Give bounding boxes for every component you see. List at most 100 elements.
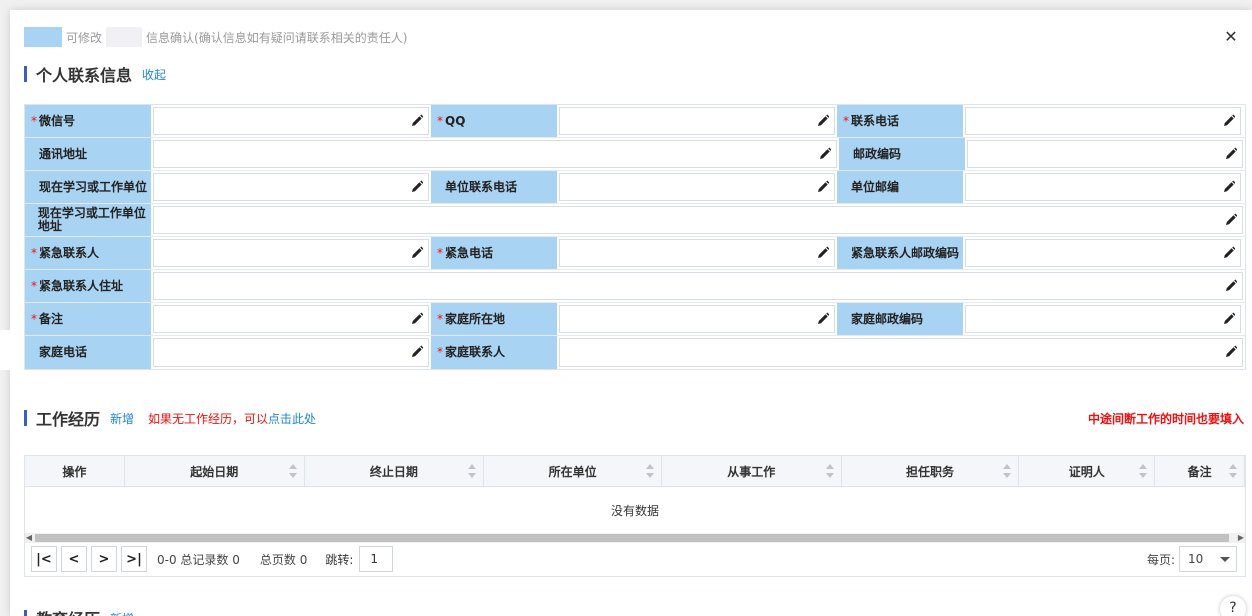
pencil-icon[interactable]: [1225, 279, 1237, 293]
column-header[interactable]: 备注: [1155, 456, 1245, 486]
help-icon[interactable]: ?: [1220, 596, 1246, 616]
form-row: 现在学习或工作单位 单位联系电话 单位邮编: [25, 171, 1245, 204]
field-input[interactable]: [151, 303, 431, 335]
next-page-button[interactable]: >: [91, 546, 117, 572]
last-page-button[interactable]: >|: [121, 546, 147, 572]
sort-icon[interactable]: [467, 463, 477, 479]
field-input[interactable]: [151, 138, 839, 170]
horizontal-scrollbar[interactable]: ◀ ▶: [25, 533, 1245, 543]
field-input[interactable]: [557, 336, 1245, 369]
table-header: 操作 起始日期 终止日期 所在单位 从事工作 担任职务 证明人 备注: [25, 456, 1245, 487]
field-input[interactable]: [151, 105, 431, 137]
pencil-icon[interactable]: [1223, 312, 1235, 326]
scroll-left-icon[interactable]: ◀: [25, 533, 33, 543]
pencil-icon[interactable]: [411, 180, 423, 194]
field-input[interactable]: [557, 105, 837, 137]
pencil-icon[interactable]: [817, 246, 829, 260]
prev-page-button[interactable]: <: [61, 546, 87, 572]
work-add-link[interactable]: 新增: [110, 410, 134, 427]
field-input[interactable]: [963, 171, 1243, 203]
pencil-icon[interactable]: [411, 114, 423, 128]
pencil-icon[interactable]: [1225, 147, 1237, 161]
form-row: * 微信号 * QQ * 联系电话: [25, 105, 1245, 138]
jump-label: 跳转:: [325, 552, 354, 567]
column-header[interactable]: 担任职务: [842, 456, 1020, 486]
sort-icon[interactable]: [1138, 463, 1148, 479]
form-row: * 备注 * 家庭所在地 家庭邮政编码: [25, 303, 1245, 336]
field-label: 家庭邮政编码: [837, 303, 963, 335]
pencil-icon[interactable]: [817, 180, 829, 194]
close-icon[interactable]: ✕: [1220, 26, 1242, 48]
form-row: 家庭电话 * 家庭联系人: [25, 336, 1245, 369]
contact-form: * 微信号 * QQ * 联系电话 通讯地址 邮政编码 现在学习或工作单位 单位联系电话 单位邮编现…: [24, 104, 1246, 370]
field-label: * 家庭所在地: [431, 303, 557, 335]
field-label: * QQ: [431, 105, 557, 137]
field-label: * 家庭联系人: [431, 336, 557, 369]
field-label: * 紧急联系人住址: [25, 270, 151, 302]
per-page-select[interactable]: 10: [1179, 546, 1237, 572]
form-row: * 紧急联系人 * 紧急电话 紧急联系人邮政编码: [25, 237, 1245, 270]
scroll-right-icon[interactable]: ▶: [1237, 533, 1245, 543]
sort-icon[interactable]: [825, 463, 835, 479]
pencil-icon[interactable]: [411, 312, 423, 326]
record-count: 0-0 总记录数 0: [157, 552, 240, 567]
column-header[interactable]: 从事工作: [662, 456, 842, 486]
field-input[interactable]: [963, 303, 1243, 335]
edu-section-header: 教育经历 新增: [24, 606, 148, 616]
pencil-icon[interactable]: [1223, 114, 1235, 128]
modifiable-label: 可修改: [66, 30, 103, 45]
edu-section-title: 教育经历: [36, 606, 100, 616]
click-here-link[interactable]: 点击此处: [268, 412, 316, 426]
field-input[interactable]: [151, 204, 1245, 236]
pencil-icon[interactable]: [817, 114, 829, 128]
pencil-icon[interactable]: [1223, 246, 1235, 260]
field-label: 邮政编码: [839, 138, 965, 170]
column-header[interactable]: 操作: [25, 456, 125, 486]
field-label: * 紧急电话: [431, 237, 557, 269]
work-table: 操作 起始日期 终止日期 所在单位 从事工作 担任职务 证明人 备注 没有数据 ◀ ▶ |< …: [24, 455, 1246, 577]
edu-add-link[interactable]: 新增: [110, 610, 134, 616]
pencil-icon[interactable]: [1225, 345, 1237, 359]
sort-icon[interactable]: [645, 463, 655, 479]
pencil-icon[interactable]: [411, 345, 423, 359]
field-input[interactable]: [963, 105, 1243, 137]
field-input[interactable]: [151, 171, 431, 203]
sort-icon[interactable]: [288, 463, 298, 479]
scroll-thumb[interactable]: [35, 534, 1229, 542]
field-input[interactable]: [151, 237, 431, 269]
field-input[interactable]: [151, 336, 431, 369]
page-count: 总页数 0: [259, 552, 308, 567]
field-input[interactable]: [557, 303, 837, 335]
field-input[interactable]: [557, 237, 837, 269]
empty-message: 没有数据: [610, 503, 659, 518]
column-header[interactable]: 证明人: [1019, 456, 1156, 486]
collapse-link[interactable]: 收起: [142, 66, 166, 83]
field-input[interactable]: [151, 270, 1245, 302]
no-work-warning: 如果无工作经历，可以点击此处: [148, 411, 317, 426]
pencil-icon[interactable]: [1223, 180, 1235, 194]
first-page-button[interactable]: |<: [31, 546, 57, 572]
sort-icon[interactable]: [1228, 463, 1238, 479]
field-label: 通讯地址: [25, 138, 151, 170]
work-section-title: 工作经历: [36, 410, 101, 429]
chevron-down-icon: [1220, 557, 1230, 562]
pencil-icon[interactable]: [819, 147, 831, 161]
field-input[interactable]: [965, 138, 1245, 170]
field-label: * 紧急联系人: [25, 237, 151, 269]
pencil-icon[interactable]: [411, 246, 423, 260]
column-header[interactable]: 终止日期: [305, 456, 485, 486]
pencil-icon[interactable]: [817, 312, 829, 326]
work-section-header: 工作经历 新增 如果无工作经历，可以点击此处: [24, 406, 316, 430]
column-header[interactable]: 所在单位: [484, 456, 662, 486]
field-label: 单位邮编: [837, 171, 963, 203]
field-label: 紧急联系人邮政编码: [837, 237, 963, 269]
field-input[interactable]: [963, 237, 1243, 269]
column-header[interactable]: 起始日期: [125, 456, 305, 486]
form-row: * 紧急联系人住址: [25, 270, 1245, 303]
per-page: 每页: 10: [1147, 546, 1237, 572]
confirm-label: 信息确认(确认信息如有疑问请联系相关的责任人): [146, 30, 408, 45]
field-input[interactable]: [557, 171, 837, 203]
sort-icon[interactable]: [1002, 463, 1012, 479]
jump-input[interactable]: 1: [359, 546, 394, 572]
pencil-icon[interactable]: [1225, 213, 1237, 227]
